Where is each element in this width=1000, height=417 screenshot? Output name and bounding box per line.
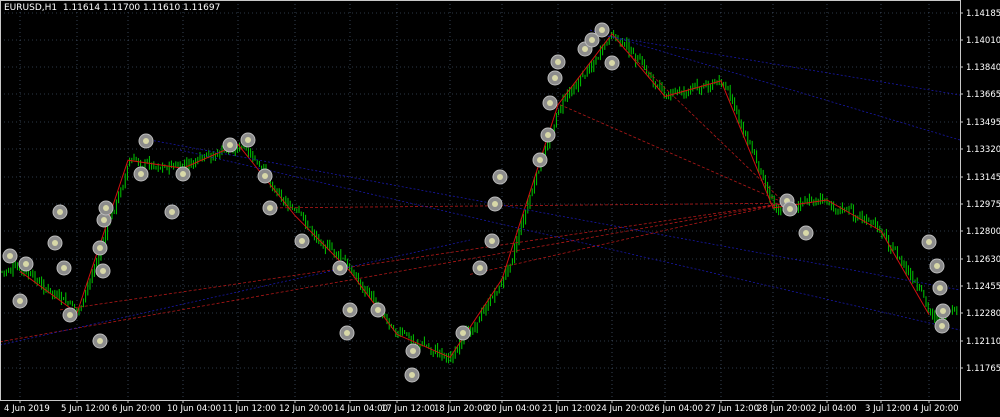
time-axis-label: 4 Jul 20:00 bbox=[913, 404, 959, 414]
time-axis-label: 5 Jun 12:00 bbox=[61, 404, 110, 414]
price-axis-label: 1.12280 bbox=[966, 309, 1000, 319]
time-axis-label: 3 Jul 12:00 bbox=[865, 404, 911, 414]
time-axis-label: 17 Jun 12:00 bbox=[381, 404, 435, 414]
time-axis-label: 24 Jun 20:00 bbox=[596, 404, 650, 414]
price-axis-label: 1.12630 bbox=[966, 255, 1000, 265]
time-axis-label: 2 Jul 04:00 bbox=[811, 404, 857, 414]
price-axis-label: 1.13840 bbox=[966, 63, 1000, 73]
time-axis-label: 4 Jun 2019 bbox=[4, 404, 50, 414]
symbol-name: EURUSD,H1 bbox=[4, 3, 58, 13]
price-axis-label: 1.12110 bbox=[966, 337, 1000, 347]
plot-frame bbox=[0, 0, 961, 401]
time-axis-label: 18 Jun 20:00 bbox=[434, 404, 488, 414]
time-axis-label: 6 Jun 20:00 bbox=[112, 404, 161, 414]
time-axis-label: 21 Jun 12:00 bbox=[542, 404, 596, 414]
time-axis-label: 11 Jun 12:00 bbox=[222, 404, 276, 414]
price-axis-label: 1.13145 bbox=[966, 173, 1000, 183]
time-axis-label: 10 Jun 04:00 bbox=[167, 404, 221, 414]
price-axis-label: 1.12975 bbox=[966, 200, 1000, 210]
price-axis-label: 1.14010 bbox=[966, 36, 1000, 46]
price-axis-label: 1.13320 bbox=[966, 145, 1000, 155]
price-axis-label: 1.12800 bbox=[966, 227, 1000, 237]
time-axis-label: 12 Jun 20:00 bbox=[279, 404, 333, 414]
time-axis-label: 26 Jun 04:00 bbox=[649, 404, 703, 414]
ohlc-values: 1.11614 1.11700 1.11610 1.11697 bbox=[62, 3, 221, 13]
price-axis-label: 1.13495 bbox=[966, 118, 1000, 128]
time-axis-label: 20 Jun 04:00 bbox=[486, 404, 540, 414]
price-axis-label: 1.11765 bbox=[966, 364, 1000, 374]
symbol-info: EURUSD,H1 1.11614 1.11700 1.11610 1.1169… bbox=[4, 3, 220, 13]
chart-window[interactable]: 1.14185 1.14010 1.13840 1.13665 1.13495 1.133… bbox=[0, 0, 1000, 417]
time-axis-label: 27 Jun 12:00 bbox=[705, 404, 759, 414]
time-axis-label: 28 Jun 20:00 bbox=[757, 404, 811, 414]
price-axis-label: 1.13665 bbox=[966, 90, 1000, 100]
price-axis-label: 1.12455 bbox=[966, 282, 1000, 292]
price-axis-label: 1.14185 bbox=[966, 9, 1000, 19]
time-axis-label: 14 Jun 04:00 bbox=[334, 404, 388, 414]
